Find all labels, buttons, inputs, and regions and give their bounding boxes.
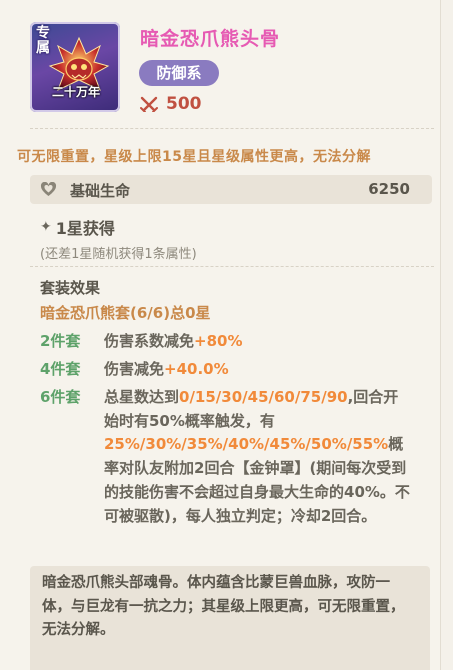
set-bonus-value: 0/15/30/45/60/75/90 <box>179 388 348 406</box>
base-stat-row: 基础生命 6250 <box>30 175 432 204</box>
set-bonus-label: 6件套 <box>40 388 81 406</box>
set-bonus-label: 2件套 <box>40 332 81 350</box>
reset-notice: 可无限重置，星级上限15星且星级属性更高，无法分解 <box>17 149 371 165</box>
star-row: ✦ 1星获得 <box>40 215 115 239</box>
base-stat-value: 6250 <box>368 180 410 198</box>
type-badge: 防御系 <box>139 60 219 86</box>
set-bonus-desc: 伤害系数减免 <box>104 332 195 350</box>
set-bonus-value: +40.0% <box>164 360 229 378</box>
set-bonus-value: 25%/30%/35%/40%/45%/50%/55% <box>104 435 389 454</box>
set-effect-heading: 套装效果 <box>40 279 101 297</box>
item-icon[interactable]: 专属 二十万年 <box>30 22 120 112</box>
set-bonus-6-text: 总星数达到0/15/30/45/60/75/90,回合开始时有50%概率触发，有… <box>104 386 410 528</box>
set-bonus-value: +80% <box>194 332 243 350</box>
lore-box: 暗金恐爪熊头部魂骨。体内蕴含比蒙巨兽血脉，攻防一体，与巨龙有一抗之力；其星级上限… <box>30 566 430 670</box>
set-bonus-text: 伤害系数减免+80% <box>104 330 243 351</box>
lore-text: 暗金恐爪熊头部魂骨。体内蕴含比蒙巨兽血脉，攻防一体，与巨龙有一抗之力；其星级上限… <box>42 575 405 638</box>
item-detail-panel: 专属 二十万年 暗金恐爪熊头骨 防御系 500 可无限重置，星级上限15星且星级… <box>0 0 441 670</box>
set-name: 暗金恐爪熊套(6/6)总0星 <box>40 304 211 322</box>
set-bonus-desc: 总星数达到 <box>104 388 180 406</box>
star-label: 1星获得 <box>55 219 115 238</box>
set-bonus-label: 4件套 <box>40 360 81 378</box>
age-label: 二十万年 <box>52 85 101 99</box>
base-stat-label: 基础生命 <box>70 182 131 200</box>
exclusive-badge: 专属 <box>36 25 50 56</box>
set-bonus-desc: 伤害减免 <box>104 360 165 378</box>
item-title: 暗金恐爪熊头骨 <box>140 28 281 50</box>
star-hint: (还差1星随机获得1条属性) <box>40 247 197 262</box>
power-row: 500 <box>140 93 202 115</box>
set-bonus-text: 伤害减免+40.0% <box>104 358 229 379</box>
sparkle-icon: ✦ <box>40 219 52 235</box>
crossed-swords-icon <box>140 96 158 112</box>
heart-icon <box>40 182 57 196</box>
power-value: 500 <box>166 94 202 114</box>
divider <box>30 266 434 267</box>
divider <box>30 128 434 129</box>
